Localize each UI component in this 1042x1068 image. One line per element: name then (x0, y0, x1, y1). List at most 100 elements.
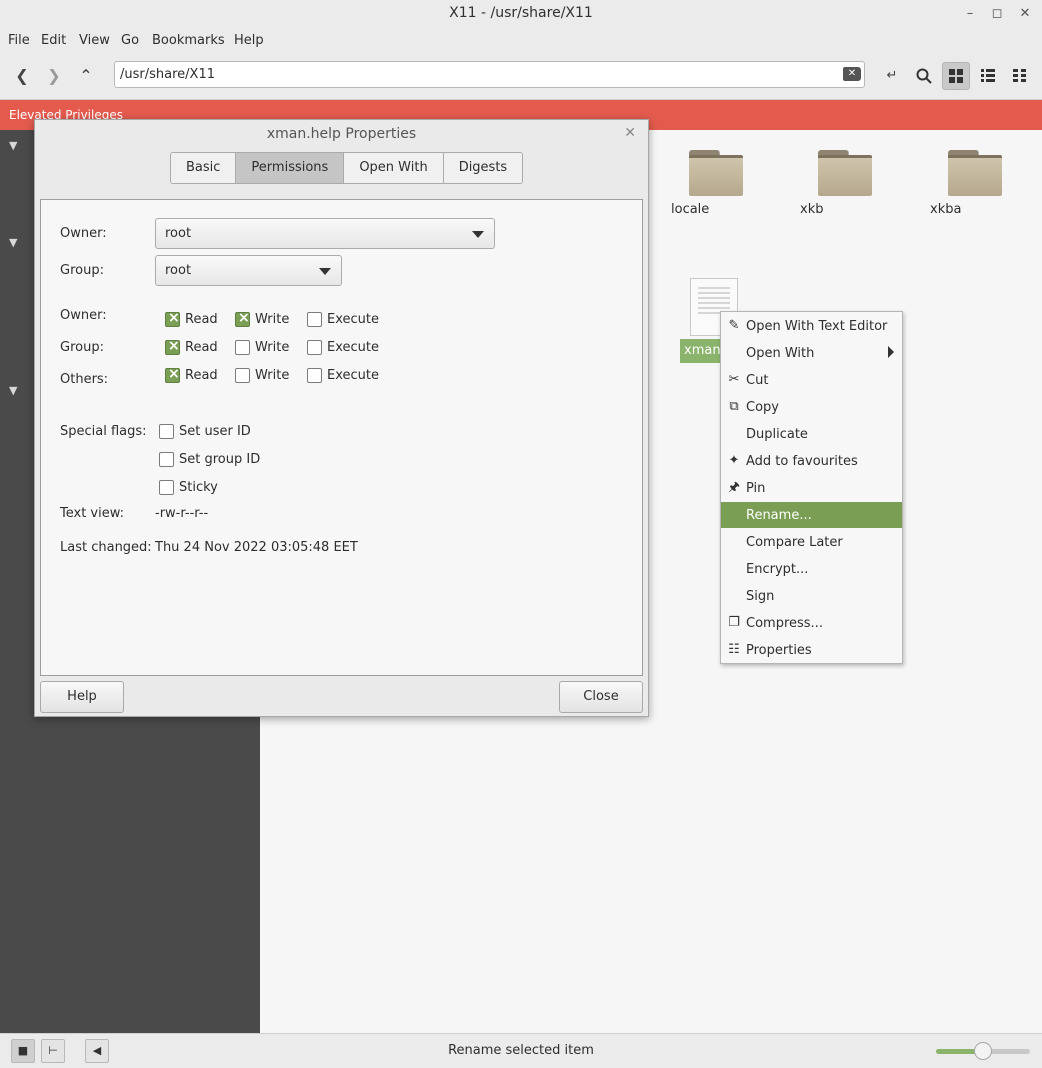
menu-item-compress[interactable]: ❐ Compress... (721, 610, 902, 636)
sticky-checkbox[interactable] (159, 480, 174, 495)
search-icon[interactable] (910, 62, 938, 90)
icon-view-icon[interactable] (942, 62, 970, 90)
menu-go[interactable]: Go (121, 33, 139, 48)
write-label: Write (255, 368, 290, 383)
menu-item-pin[interactable]: 🖈 Pin (721, 475, 902, 501)
menu-edit[interactable]: Edit (41, 33, 66, 48)
perm-row-label: Others: (60, 372, 109, 387)
menu-file[interactable]: File (8, 33, 30, 48)
others-read-checkbox[interactable] (165, 366, 180, 383)
chevron-down-icon (319, 268, 331, 275)
menu-item-sign[interactable]: Sign (721, 583, 902, 609)
set-user-id-label: Set user ID (179, 424, 251, 439)
maximize-icon[interactable]: ◻ (987, 4, 1007, 24)
tab-open-with[interactable]: Open With (344, 153, 444, 183)
status-text: Rename selected item (448, 1043, 594, 1058)
properties-dialog: xman.help Properties ✕ Basic Permissions… (34, 119, 649, 717)
menu-item-open-with-text-editor[interactable]: ✎ Open With Text Editor (721, 313, 902, 339)
perm-row-label: Group: (60, 340, 104, 355)
forward-icon[interactable]: ❯ (40, 62, 68, 90)
owner-write-checkbox[interactable] (235, 310, 250, 327)
folder-icon (818, 150, 872, 196)
minimize-icon[interactable]: – (960, 4, 980, 24)
owner-read-checkbox[interactable] (165, 310, 180, 327)
star-icon: ✦ (728, 453, 740, 468)
submenu-arrow-icon (888, 346, 894, 358)
set-user-id-checkbox[interactable] (159, 424, 174, 439)
context-menu: ✎ Open With Text Editor Open With ✂ Cut … (720, 311, 903, 664)
folder-item[interactable]: xkba (930, 150, 1020, 217)
toggle-location-icon[interactable]: ↵ (878, 62, 906, 90)
set-group-id-label: Set group ID (179, 452, 261, 467)
clear-location-icon[interactable]: ✕ (843, 67, 861, 81)
owner-execute-checkbox[interactable] (307, 312, 322, 327)
menu-item-open-with[interactable]: Open With (721, 340, 902, 366)
dialog-title: xman.help Properties (266, 126, 417, 142)
menu-bookmarks[interactable]: Bookmarks (152, 33, 225, 48)
menu-item-copy[interactable]: ⧉ Copy (721, 394, 902, 420)
sidebar-expander-icon[interactable]: ▼ (9, 384, 17, 397)
location-bar[interactable]: /usr/share/X11 ✕ (114, 61, 865, 88)
special-flags-label: Special flags: (60, 424, 147, 439)
tab-basic[interactable]: Basic (171, 153, 237, 183)
sticky-label: Sticky (179, 480, 218, 495)
execute-label: Execute (327, 340, 379, 355)
folder-item[interactable]: xkb (800, 150, 890, 217)
menu-item-cut[interactable]: ✂ Cut (721, 367, 902, 393)
close-button[interactable]: Close (559, 681, 643, 713)
group-read-checkbox[interactable] (165, 338, 180, 355)
menu-view[interactable]: View (79, 33, 110, 48)
last-changed-label: Last changed: (60, 540, 152, 555)
group-execute-checkbox[interactable] (307, 340, 322, 355)
chevron-down-icon (472, 231, 484, 238)
tab-digests[interactable]: Digests (443, 153, 523, 183)
tab-permissions[interactable]: Permissions (236, 153, 345, 183)
menu-item-rename[interactable]: Rename... (721, 502, 902, 528)
read-label: Read (185, 368, 218, 383)
write-label: Write (255, 340, 290, 355)
text-view-value: -rw-r--r-- (155, 506, 209, 521)
pin-icon: 🖈 (727, 480, 741, 495)
statusbar: ■ ⊢ ◀ Rename selected item (0, 1033, 1042, 1068)
sidebar-expander-icon[interactable]: ▼ (9, 139, 17, 152)
menu-item-encrypt[interactable]: Encrypt... (721, 556, 902, 582)
others-write-checkbox[interactable] (235, 368, 250, 383)
menu-item-compare-later[interactable]: Compare Later (721, 529, 902, 555)
copy-icon: ⧉ (729, 399, 739, 414)
text-editor-icon: ✎ (728, 318, 740, 333)
owner-combo[interactable]: root (155, 218, 495, 249)
dialog-close-icon[interactable]: ✕ (624, 125, 636, 141)
sidebar-expander-icon[interactable]: ▼ (9, 236, 17, 249)
menubar: File Edit View Go Bookmarks Help (0, 28, 1042, 54)
scissors-icon: ✂ (728, 372, 740, 387)
folder-item[interactable]: locale (671, 150, 761, 217)
menu-item-properties[interactable]: ☷ Properties (721, 637, 902, 663)
zoom-slider[interactable] (936, 1042, 1030, 1060)
zoom-slider-handle[interactable] (974, 1042, 992, 1060)
list-view-icon[interactable] (974, 62, 1002, 90)
close-window-icon[interactable]: ✕ (1015, 4, 1035, 24)
group-combo[interactable]: root (155, 255, 342, 286)
group-label: Group: (60, 263, 104, 278)
menu-item-add-to-favourites[interactable]: ✦ Add to favourites (721, 448, 902, 474)
set-group-id-checkbox[interactable] (159, 452, 174, 467)
window-title: X11 - /usr/share/X11 (449, 5, 593, 21)
execute-label: Execute (327, 368, 379, 383)
others-execute-checkbox[interactable] (307, 368, 322, 383)
last-changed-value: Thu 24 Nov 2022 03:05:48 EET (155, 540, 358, 555)
location-text[interactable]: /usr/share/X11 (120, 67, 215, 82)
back-icon[interactable]: ❮ (8, 62, 36, 90)
read-label: Read (185, 340, 218, 355)
menu-item-duplicate[interactable]: Duplicate (721, 421, 902, 447)
menu-help[interactable]: Help (234, 33, 264, 48)
compact-view-icon[interactable] (1006, 62, 1034, 90)
folder-icon (948, 150, 1002, 196)
owner-value: root (165, 226, 192, 241)
folder-icon (689, 150, 743, 196)
toolbar: ❮ ❯ ⌃ /usr/share/X11 ✕ ↵ (0, 54, 1042, 100)
help-button[interactable]: Help (40, 681, 124, 713)
group-write-checkbox[interactable] (235, 340, 250, 355)
up-icon[interactable]: ⌃ (72, 62, 100, 90)
dialog-tabs: Basic Permissions Open With Digests (170, 152, 524, 184)
text-view-label: Text view: (60, 506, 125, 521)
